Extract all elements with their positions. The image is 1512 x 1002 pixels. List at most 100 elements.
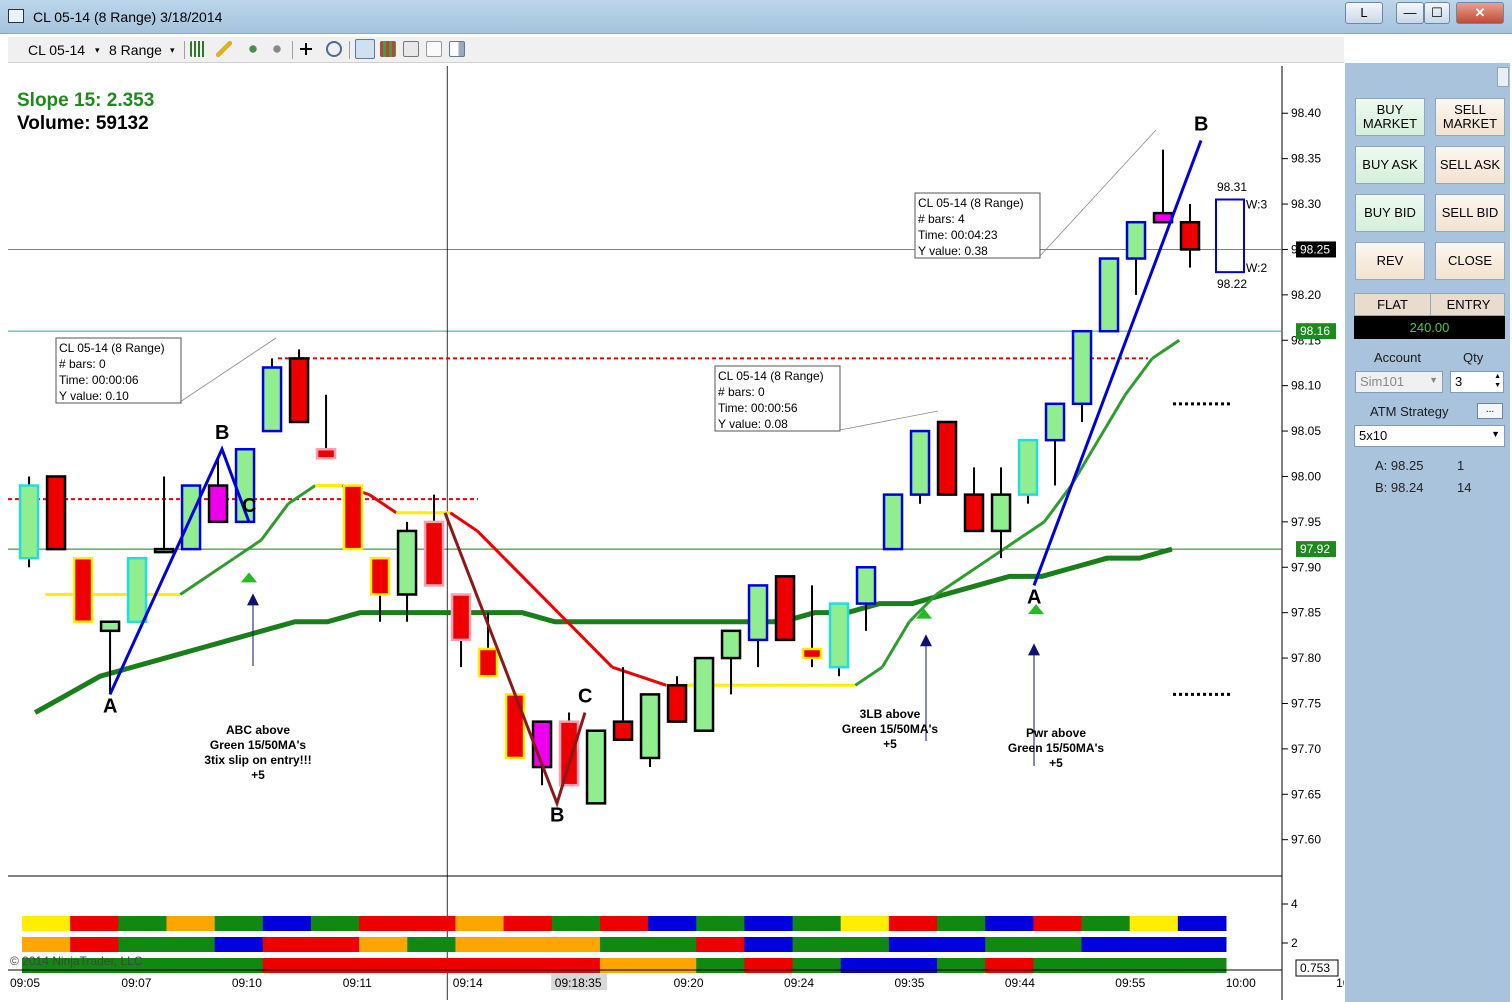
- chart-canvas[interactable]: 98.4098.3598.3098.2598.2098.1598.1098.05…: [8, 66, 1344, 1000]
- trend-bar-segment: [503, 937, 553, 952]
- time-tick-label: 09:35: [894, 976, 924, 990]
- price-tick-label: 98.30: [1291, 197, 1321, 211]
- buy-bid-button[interactable]: BUY BID: [1355, 194, 1425, 232]
- candle-body: [315, 447, 337, 460]
- interval-dropdown-icon[interactable]: ▾: [170, 45, 175, 56]
- panel-scroll-up[interactable]: [1497, 67, 1509, 87]
- sell-market-button[interactable]: SELL MARKET: [1435, 98, 1505, 136]
- ma-15-segment: [260, 502, 290, 541]
- ma-15-segment: [638, 674, 667, 687]
- price-tick-label: 97.75: [1291, 696, 1321, 710]
- trend-bar-segment: [937, 958, 986, 973]
- candle-body: [450, 593, 472, 642]
- instrument-selector[interactable]: CL 05-14: [28, 42, 85, 58]
- trend-bar-segment: [118, 937, 167, 952]
- trend-bar-segment: [118, 916, 167, 931]
- chart-trader-icon[interactable]: [449, 41, 465, 57]
- zoom-out-icon[interactable]: [269, 41, 285, 57]
- price-chart[interactable]: 98.4098.3598.3098.2598.2098.1598.1098.05…: [8, 66, 1344, 1000]
- reverse-button[interactable]: REV: [1355, 242, 1425, 280]
- strategies-icon[interactable]: [380, 41, 396, 57]
- candle-body: [261, 366, 283, 433]
- maximize-button[interactable]: ☐: [1424, 2, 1450, 24]
- candle-body: [639, 693, 661, 760]
- swing-label: C: [578, 686, 592, 708]
- buy-ask-button[interactable]: BUY ASK: [1355, 146, 1425, 184]
- candle-body: [882, 493, 904, 551]
- properties-icon[interactable]: [426, 41, 442, 57]
- trend-bar-segment: [744, 916, 794, 931]
- candle-body: [936, 420, 958, 496]
- ma-15-segment: [287, 484, 317, 505]
- ma-15-segment: [962, 556, 992, 578]
- trend-bar-segment: [1033, 916, 1083, 931]
- ma-15-segment: [503, 557, 533, 587]
- qty-stepper[interactable]: 3 ▲ ▼: [1450, 371, 1504, 393]
- price-tick-label: 97.90: [1291, 560, 1321, 574]
- trend-bar-segment: [648, 916, 697, 931]
- copyright-text: © 2014 NinjaTrader, LLC: [10, 954, 143, 968]
- tooltip-line: Time: 00:00:06: [59, 373, 139, 387]
- candle-body: [1071, 329, 1093, 406]
- candle-body: [207, 484, 229, 524]
- annotation-arrowhead: [247, 593, 259, 606]
- slope-readout: Slope 15: 2.353: [17, 90, 155, 111]
- trend-bar-segment: [455, 916, 505, 931]
- toolbar-separator: [184, 41, 185, 59]
- trend-bar-segment: [262, 916, 312, 931]
- zoom-in-icon[interactable]: [245, 41, 261, 57]
- candle-body: [369, 556, 391, 596]
- trend-bar-segment: [407, 958, 456, 973]
- title-bar: CL 05-14 (8 Range) 3/18/2014 L — ☐ ✕: [0, 0, 1512, 34]
- annotation-text: Green 15/50MA's: [210, 738, 307, 752]
- bid-quote: B: 98.24: [1375, 480, 1424, 495]
- trend-bar-segment: [985, 916, 1034, 931]
- trend-bar-segment: [310, 958, 360, 973]
- instrument-dropdown-icon[interactable]: ▾: [95, 45, 100, 56]
- price-tick-label: 97.95: [1291, 515, 1321, 529]
- data-box-icon[interactable]: [403, 41, 419, 57]
- trend-bar-segment: [792, 958, 842, 973]
- toolbar-separator: [349, 41, 350, 59]
- trend-bar-segment: [1033, 937, 1083, 952]
- minimize-button[interactable]: —: [1396, 2, 1424, 24]
- trend-bar-segment: [455, 958, 505, 973]
- bar-style-icon[interactable]: [190, 41, 206, 57]
- trend-bar-segment: [407, 937, 456, 952]
- account-select[interactable]: Sim101 ▼: [1355, 371, 1443, 393]
- crosshair-icon[interactable]: [298, 41, 314, 57]
- buy-market-button[interactable]: BUY MARKET: [1355, 98, 1425, 136]
- trend-bar-segment: [166, 916, 216, 931]
- close-window-button[interactable]: ✕: [1456, 2, 1504, 24]
- candle-body: [666, 684, 688, 723]
- atm-strategy-edit-button[interactable]: ...: [1477, 403, 1503, 419]
- trend-bar-segment: [262, 958, 312, 973]
- candle-body: [612, 720, 634, 742]
- time-tick-label: 10:00: [1226, 976, 1256, 990]
- ma-15-segment: [1124, 357, 1154, 396]
- trend-bar-segment: [1177, 958, 1227, 973]
- time-tick-label: 09:05: [10, 976, 40, 990]
- candle-body: [1017, 438, 1039, 496]
- interval-selector[interactable]: 8 Range: [109, 42, 162, 58]
- sub-tick-label: 4: [1291, 897, 1298, 911]
- trend-bar-segment: [70, 937, 119, 952]
- time-tick-label: 09:55: [1115, 976, 1145, 990]
- link-button[interactable]: L: [1345, 2, 1383, 24]
- trend-bar-segment: [1177, 916, 1227, 931]
- indicators-icon[interactable]: [355, 39, 375, 59]
- atm-strategy-select[interactable]: 5x10 ▼: [1354, 425, 1505, 447]
- trend-bar-segment: [407, 916, 456, 931]
- trend-bar-segment: [214, 937, 264, 952]
- magnify-icon[interactable]: [326, 41, 342, 57]
- close-position-button[interactable]: CLOSE: [1435, 242, 1505, 280]
- draw-icon[interactable]: [216, 41, 232, 57]
- sell-ask-button[interactable]: SELL ASK: [1435, 146, 1505, 184]
- annotation-text: 3tix slip on entry!!!: [204, 753, 311, 767]
- candle-body: [801, 647, 823, 660]
- candle-body: [1044, 402, 1066, 442]
- trend-bar-segment: [840, 916, 890, 931]
- sell-bid-button[interactable]: SELL BID: [1435, 194, 1505, 232]
- range-high-label: 98.31: [1217, 180, 1247, 194]
- trend-bar-segment: [70, 916, 119, 931]
